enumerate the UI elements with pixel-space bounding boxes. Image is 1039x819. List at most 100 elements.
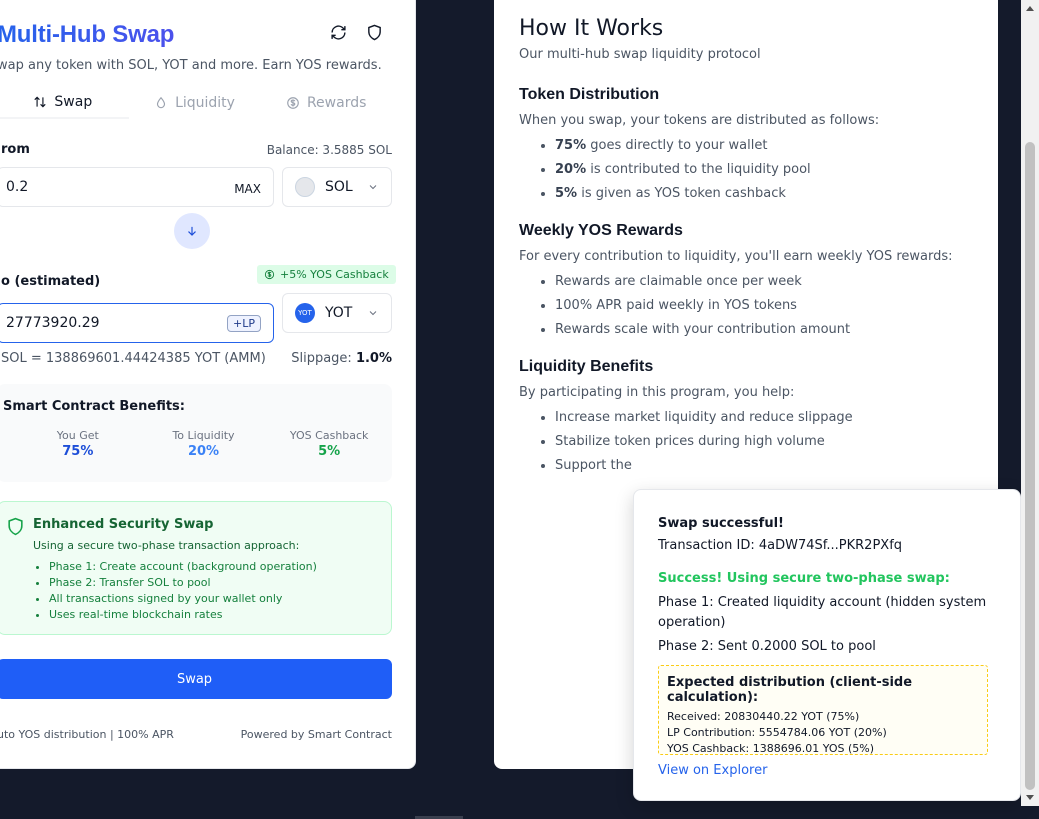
contract-benefits: Smart Contract Benefits: You Get 75% To … <box>0 384 392 482</box>
security-desc: Using a secure two-phase transaction app… <box>33 539 300 552</box>
list-item-bold: 20% <box>555 162 587 177</box>
to-amount-value[interactable]: 27773920.29 <box>6 315 227 331</box>
section-heading: Token Distribution <box>519 86 660 103</box>
toast-title: Swap successful! <box>658 516 784 531</box>
to-label: o (estimated) <box>1 274 101 289</box>
header-actions <box>329 23 383 41</box>
tab-liquidity-label: Liquidity <box>175 95 235 111</box>
benefit-you-get: You Get 75% <box>15 429 141 459</box>
from-balance: Balance: 3.5885 SOL <box>266 142 392 157</box>
list-item: Support the <box>555 454 979 478</box>
chevron-down-icon <box>367 304 379 323</box>
sol-token-icon <box>295 177 315 197</box>
list-item: Phase 1: Create account (background oper… <box>49 559 317 575</box>
cashback-badge: +5% YOS Cashback <box>257 265 396 284</box>
benefits-title: Smart Contract Benefits: <box>3 399 185 414</box>
swap-card: Multi-Hub Swap wap any token with SOL, Y… <box>0 0 416 769</box>
from-label: rom <box>1 142 30 157</box>
swap-success-toast: Swap successful! Transaction ID: 4aDW74S… <box>633 489 1021 801</box>
rate-row: SOL = 138869601.44424385 YOT (AMM) Slipp… <box>1 351 392 366</box>
benefit-value: 5% <box>318 444 341 459</box>
dollar-circle-icon <box>264 269 275 280</box>
benefit-yos-cashback: YOS Cashback 5% <box>266 429 392 459</box>
benefits-list: Increase market liquidity and reduce sli… <box>519 406 979 478</box>
security-title: Enhanced Security Swap <box>33 517 214 532</box>
list-item: Rewards scale with your contribution amo… <box>555 318 979 342</box>
toast-content: Swap successful! Transaction ID: 4aDW74S… <box>658 516 992 778</box>
scroll-down-arrow-icon[interactable] <box>1026 795 1034 800</box>
list-item-bold: 75% <box>555 138 587 153</box>
benefit-label: You Get <box>56 429 99 442</box>
section-intro: For every contribution to liquidity, you… <box>519 249 953 264</box>
list-item: 75% goes directly to your wallet <box>555 134 979 158</box>
tab-swap-label: Swap <box>54 94 93 110</box>
from-amount-input[interactable]: 0.2 MAX <box>0 167 274 207</box>
expected-distribution-box: Expected distribution (client-side calcu… <box>658 665 988 755</box>
slippage-label: Slippage: <box>291 351 352 366</box>
swap-button[interactable]: Swap <box>0 659 392 699</box>
swap-footer: uto YOS distribution | 100% APR Powered … <box>0 728 392 741</box>
droplet-icon <box>156 96 166 109</box>
yot-token-icon: YOT <box>295 303 315 323</box>
distribution-list: 75% goes directly to your wallet 20% is … <box>519 134 979 206</box>
dist-received: Received: 20830440.22 YOT (75%) <box>667 710 860 723</box>
toast-phase-2: Phase 2: Sent 0.2000 SOL to pool <box>658 639 876 654</box>
slippage-value: 1.0% <box>355 351 392 366</box>
list-item-text: is given as YOS token cashback <box>577 186 786 201</box>
list-item: 5% is given as YOS token cashback <box>555 182 979 206</box>
slippage: Slippage: 1.0% <box>291 351 392 366</box>
to-token-symbol: YOT <box>325 305 353 321</box>
benefit-label: To Liquidity <box>172 429 235 442</box>
arrow-down-icon <box>188 226 196 236</box>
from-token-symbol: SOL <box>325 179 353 195</box>
scroll-up-arrow-icon[interactable] <box>1026 6 1034 11</box>
view-on-explorer-link[interactable]: View on Explorer <box>658 763 992 778</box>
section-liquidity-benefits: Liquidity Benefits By participating in t… <box>519 358 979 478</box>
tab-rewards[interactable]: Rewards <box>260 87 392 119</box>
to-amount-input[interactable]: 27773920.29 +LP <box>0 303 274 343</box>
max-button[interactable]: MAX <box>234 182 261 196</box>
benefit-value: 20% <box>187 444 220 459</box>
list-item: Phase 2: Transfer SOL to pool <box>49 575 317 591</box>
section-heading: Liquidity Benefits <box>519 358 654 375</box>
lp-badge: +LP <box>227 314 261 332</box>
chevron-down-icon <box>367 178 379 197</box>
shield-icon <box>6 517 25 540</box>
refresh-icon[interactable] <box>329 23 347 41</box>
security-panel: Enhanced Security Swap Using a secure tw… <box>0 501 392 635</box>
tab-swap[interactable]: Swap <box>0 87 129 119</box>
to-token-select[interactable]: YOT YOT <box>282 293 392 333</box>
section-heading: Weekly YOS Rewards <box>519 222 683 239</box>
from-amount-value[interactable]: 0.2 <box>6 179 234 195</box>
scrollbar-thumb[interactable] <box>1025 142 1035 790</box>
swap-subtitle: wap any token with SOL, YOT and more. Ea… <box>0 58 382 73</box>
list-item: 100% APR paid weekly in YOS tokens <box>555 294 979 318</box>
exchange-rate: SOL = 138869601.44424385 YOT (AMM) <box>1 351 266 366</box>
benefit-to-liquidity: To Liquidity 20% <box>141 429 267 459</box>
from-token-select[interactable]: SOL <box>282 167 392 207</box>
tab-liquidity[interactable]: Liquidity <box>129 87 261 119</box>
from-label-row: rom Balance: 3.5885 SOL <box>1 142 392 157</box>
toast-success-message: Success! Using secure two-phase swap: <box>658 571 950 586</box>
list-item: Stabilize token prices during high volum… <box>555 430 979 454</box>
footer-right: Powered by Smart Contract <box>240 728 392 741</box>
shield-icon[interactable] <box>365 23 383 41</box>
swap-tabs: Swap Liquidity Rewards <box>0 87 392 119</box>
list-item: Uses real-time blockchain rates <box>49 607 317 623</box>
switch-direction-button[interactable] <box>174 213 210 249</box>
benefit-label: YOS Cashback <box>289 429 369 442</box>
rewards-list: Rewards are claimable once per week 100%… <box>519 270 979 342</box>
list-item: All transactions signed by your wallet o… <box>49 591 317 607</box>
list-item-bold: 5% <box>555 186 578 201</box>
section-intro: When you swap, your tokens are distribut… <box>519 113 880 128</box>
section-intro: By participating in this program, you he… <box>519 385 795 400</box>
swap-arrows-icon <box>34 96 47 108</box>
section-weekly-rewards: Weekly YOS Rewards For every contributio… <box>519 222 979 342</box>
how-it-works-content: How It Works Our multi-hub swap liquidit… <box>519 16 979 478</box>
list-item: Rewards are claimable once per week <box>555 270 979 294</box>
list-item-text: is contributed to the liquidity pool <box>586 162 811 177</box>
security-list: Phase 1: Create account (background oper… <box>49 559 317 623</box>
page-scrollbar[interactable] <box>1021 0 1039 806</box>
list-item: 20% is contributed to the liquidity pool <box>555 158 979 182</box>
benefit-columns: You Get 75% To Liquidity 20% YOS Cashbac… <box>0 429 392 459</box>
